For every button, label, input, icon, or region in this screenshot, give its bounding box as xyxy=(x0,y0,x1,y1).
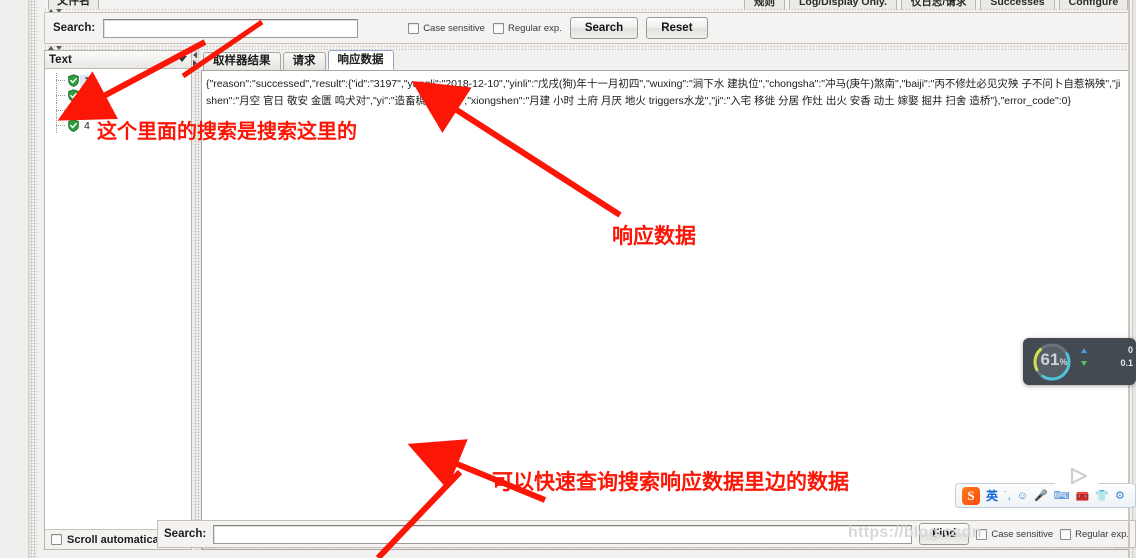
find-button[interactable]: Find xyxy=(919,523,970,545)
voice-input-icon[interactable]: 🎤 xyxy=(1034,489,1048,502)
bottom-regular-exp-checkbox[interactable]: Regular exp. xyxy=(1060,528,1129,540)
window-right-divider xyxy=(1128,0,1130,558)
tree-branch-icon xyxy=(55,118,67,133)
app-window: 规则 Log/Display Only. 仅日志/请求 Successes Co… xyxy=(0,0,1136,558)
upload-rate-row: 0 K/s xyxy=(1081,345,1136,355)
arrow-down-icon xyxy=(1081,360,1087,366)
sogou-ime-toolbar[interactable]: S 英 ˙, ☺ 🎤 ⌨ 🧰 👕 ⚙ xyxy=(955,483,1136,508)
anno-response-data: 响应数据 xyxy=(612,224,696,248)
green-shield-success-icon xyxy=(67,89,80,102)
divider-collapse-left-icon[interactable] xyxy=(193,52,197,58)
video-player-float-icon[interactable] xyxy=(1048,444,1106,502)
response-tabbar: 取样器结果 请求 响应数据 xyxy=(201,50,1130,70)
cpu-percent-value: 61% xyxy=(1040,350,1068,369)
bottom-search-label: Search: xyxy=(164,528,207,540)
window-edge-dots-left xyxy=(30,0,37,558)
bottom-search-input[interactable] xyxy=(213,524,913,544)
download-rate-row: 0.1 K/s xyxy=(1081,358,1136,368)
tree-header[interactable]: Text xyxy=(45,51,191,69)
top-case-sensitive-label: Case sensitive xyxy=(423,22,485,34)
bottom-regular-exp-label: Regular exp. xyxy=(1075,528,1129,540)
sogou-logo-icon[interactable]: S xyxy=(962,486,980,505)
bottom-case-sensitive-label: Case sensitive xyxy=(991,528,1054,540)
anno-bottom-search: 可以快速查询搜索响应数据里边的数据 xyxy=(492,470,849,494)
upload-rate-value: 0 xyxy=(1127,345,1133,355)
checkbox-icon[interactable] xyxy=(492,22,504,34)
bottom-case-sensitive-checkbox[interactable]: Case sensitive xyxy=(976,528,1054,540)
checkbox-icon[interactable] xyxy=(408,22,420,34)
tree-branch-icon xyxy=(55,103,67,118)
window-left-gutter xyxy=(0,0,30,558)
top-search-input[interactable] xyxy=(103,18,359,38)
bottom-search-panel: Search: Find Case sensitive Regular exp. xyxy=(157,520,1136,548)
tree-item-label: 1 xyxy=(80,74,90,87)
download-rate-value: 0.1 xyxy=(1120,358,1133,368)
system-monitor-widget[interactable]: 61% 0 K/s 0.1 K/s xyxy=(1023,338,1136,385)
filename-tab[interactable]: 文件名 xyxy=(48,0,99,9)
green-shield-success-icon xyxy=(67,74,80,87)
tab-sampler-result[interactable]: 取样器结果 xyxy=(203,52,281,70)
network-rates: 0 K/s 0.1 K/s xyxy=(1081,345,1136,368)
table-row[interactable]: 1 xyxy=(55,73,191,88)
top-case-sensitive-checkbox[interactable]: Case sensitive xyxy=(408,22,485,34)
tree-branch-icon xyxy=(55,73,67,88)
settings-icon[interactable]: ⚙ xyxy=(1115,489,1125,502)
tree-item-label: 2 xyxy=(84,89,90,102)
reset-button[interactable]: Reset xyxy=(646,17,708,39)
checkbox-icon[interactable] xyxy=(51,534,62,545)
top-regular-exp-checkbox[interactable]: Regular exp. xyxy=(492,22,562,34)
green-shield-success-icon xyxy=(67,119,80,132)
tree-item-label: 4 xyxy=(84,119,90,132)
top-search-panel: Search: Case sensitive Regular exp. Sear… xyxy=(44,12,1130,44)
response-data-text: {"reason":"successed","result":{"id":"31… xyxy=(206,78,1121,107)
tree-branch-icon xyxy=(55,88,67,103)
tab-request[interactable]: 请求 xyxy=(282,52,326,70)
tab-response-data[interactable]: 响应数据 xyxy=(327,50,394,70)
tree-header-label: Text xyxy=(49,53,72,66)
divider-collapse-right-icon[interactable] xyxy=(193,60,197,66)
punctuation-icon[interactable]: ˙, xyxy=(1004,490,1011,502)
arrow-up-icon xyxy=(1081,347,1087,353)
tree-item-label: 3 xyxy=(84,104,90,117)
window-right-gutter xyxy=(1132,0,1136,558)
ime-mode-label[interactable]: 英 xyxy=(986,487,998,504)
emoji-icon[interactable]: ☺ xyxy=(1017,490,1028,502)
top-search-label: Search: xyxy=(53,22,96,34)
top-regular-exp-label: Regular exp. xyxy=(507,22,562,34)
anno-tree-search: 这个里面的搜索是搜索这里的 xyxy=(97,119,357,143)
search-button[interactable]: Search xyxy=(569,17,639,39)
chevron-down-icon[interactable] xyxy=(177,56,187,62)
green-shield-success-icon xyxy=(67,104,80,117)
checkbox-icon[interactable] xyxy=(976,528,988,540)
checkbox-icon[interactable] xyxy=(1060,528,1072,540)
table-row[interactable]: 2 xyxy=(55,88,191,103)
